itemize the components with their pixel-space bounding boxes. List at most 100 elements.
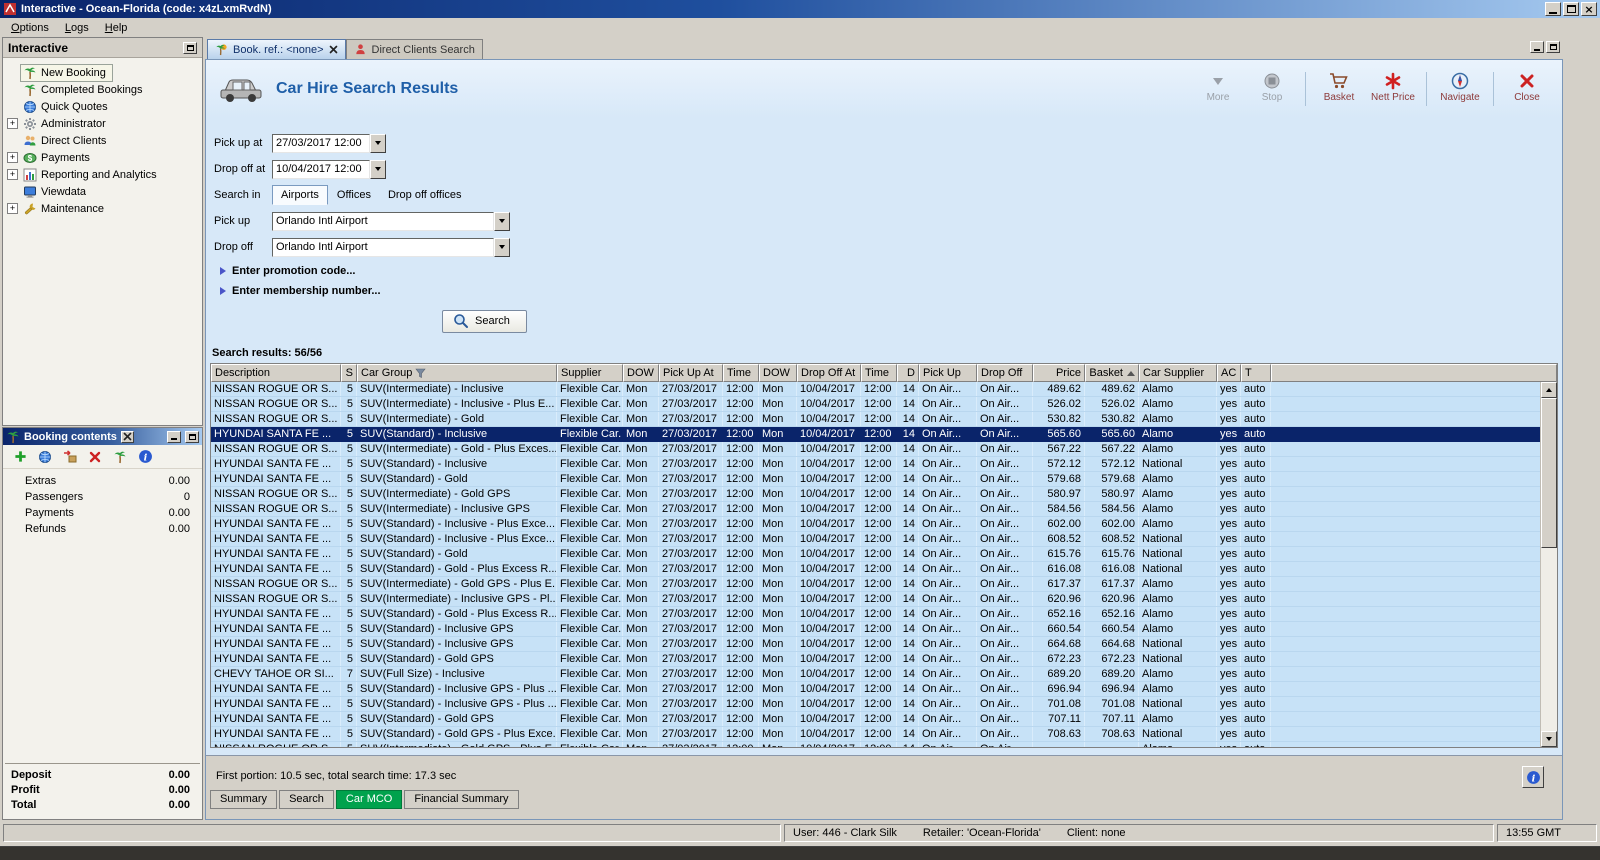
add-button[interactable] <box>11 448 29 466</box>
dropoff-at-dropdown-button[interactable] <box>370 159 386 179</box>
basket-button[interactable]: Basket <box>1316 72 1362 103</box>
column-header-drop-off[interactable]: Drop Off <box>977 364 1033 382</box>
result-row[interactable]: HYUNDAI SANTA FE ... 5 SUV(Standard) - Inc… <box>211 622 1540 637</box>
booking-panel-restore-button[interactable] <box>185 430 199 443</box>
column-header-supplier[interactable]: Supplier <box>557 364 623 382</box>
column-header-s[interactable]: S <box>341 364 357 382</box>
search-button[interactable]: Search <box>442 310 527 333</box>
column-header-price[interactable]: Price <box>1033 364 1085 382</box>
info-button[interactable]: i <box>136 448 154 466</box>
booking-item-refunds[interactable]: Refunds 0.00 <box>7 521 198 537</box>
result-row[interactable]: HYUNDAI SANTA FE ... 5 SUV(Standard) - Gol… <box>211 547 1540 562</box>
result-row[interactable]: HYUNDAI SANTA FE ... 5 SUV(Standard) - Inc… <box>211 532 1540 547</box>
tab-direct-clients-search[interactable]: Direct Clients Search <box>345 39 483 59</box>
column-header-pick-up[interactable]: Pick Up <box>919 364 977 382</box>
result-row[interactable]: HYUNDAI SANTA FE ... 5 SUV(Standard) - Inc… <box>211 427 1540 442</box>
result-row[interactable]: NISSAN ROGUE OR S...5SUV(Intermediate) -… <box>211 502 1540 517</box>
result-row[interactable]: HYUNDAI SANTA FE ... 5 SUV(Standard) - Gol… <box>211 562 1540 577</box>
booking-panel-minimize-button[interactable] <box>167 430 181 443</box>
result-row[interactable]: HYUNDAI SANTA FE ... 5 SUV(Standard) - Inc… <box>211 517 1540 532</box>
result-row[interactable]: NISSAN ROGUE OR S...5SUV(Intermediate) -… <box>211 487 1540 502</box>
result-row[interactable]: NISSAN ROGUE OR S...5SUV(Intermediate) -… <box>211 592 1540 607</box>
maximize-button[interactable] <box>1563 2 1579 16</box>
result-row[interactable]: NISSAN ROGUE OR S...5SUV(Intermediate) -… <box>211 397 1540 412</box>
dropoff-location-input[interactable] <box>272 237 494 257</box>
promotion-code-expander[interactable]: Enter promotion code... <box>220 262 1562 280</box>
result-row[interactable]: NISSAN ROGUE OR S...5SUV(Intermediate) -… <box>211 577 1540 592</box>
nett-price-button[interactable]: Nett Price <box>1370 72 1416 103</box>
pickup-location-dropdown-button[interactable] <box>494 211 510 231</box>
column-header-t[interactable]: T <box>1241 364 1271 382</box>
result-row[interactable]: NISSAN ROGUE OR S...5SUV(Intermediate) -… <box>211 742 1540 747</box>
sidebar-item-viewdata[interactable]: Viewdata <box>7 183 200 200</box>
sidebar-item-direct-clients[interactable]: Direct Clients <box>7 132 200 149</box>
column-header-description[interactable]: Description <box>211 364 341 382</box>
expand-plus-icon[interactable]: + <box>7 203 18 214</box>
scrollbar-thumb[interactable] <box>1541 398 1557 548</box>
pane-restore-button[interactable] <box>1546 41 1560 53</box>
column-header-drop-off-at[interactable]: Drop Off At <box>797 364 861 382</box>
result-row[interactable]: NISSAN ROGUE OR S...5SUV(Intermediate) -… <box>211 382 1540 397</box>
close-window-button[interactable]: × <box>1581 2 1597 16</box>
menu-options[interactable]: Options <box>3 20 57 36</box>
search-in-airports[interactable]: Airports <box>272 185 328 205</box>
column-header-d[interactable]: D <box>897 364 919 382</box>
expand-plus-icon[interactable]: + <box>7 118 18 129</box>
booking-item-extras[interactable]: Extras 0.00 <box>7 473 198 489</box>
minimize-button[interactable] <box>1545 2 1561 16</box>
column-header-dow[interactable]: DOW <box>623 364 659 382</box>
delete-button[interactable] <box>86 448 104 466</box>
search-in-drop-off-offices[interactable]: Drop off offices <box>380 186 470 204</box>
booking-contents-close-button[interactable] <box>120 430 134 443</box>
bottom-tab-car-mco[interactable]: Car MCO <box>335 790 403 809</box>
close-button[interactable]: Close <box>1504 72 1550 103</box>
bottom-tab-financial-summary[interactable]: Financial Summary <box>404 790 519 809</box>
result-row[interactable]: HYUNDAI SANTA FE ... 5 SUV(Standard) - Gol… <box>211 472 1540 487</box>
column-header-time[interactable]: Time <box>861 364 897 382</box>
pickup-location-input[interactable] <box>272 211 494 231</box>
collapse-sidebar-button[interactable] <box>183 41 197 54</box>
result-row[interactable]: HYUNDAI SANTA FE ... 5 SUV(Standard) - Gol… <box>211 652 1540 667</box>
scroll-up-button[interactable] <box>1541 382 1557 398</box>
sidebar-item-administrator[interactable]: + Administrator <box>7 115 200 132</box>
search-in-offices[interactable]: Offices <box>329 186 379 204</box>
scroll-down-button[interactable] <box>1541 731 1557 747</box>
booking-item-payments[interactable]: Payments 0.00 <box>7 505 198 521</box>
result-row[interactable]: HYUNDAI SANTA FE ... 5 SUV(Standard) - Gol… <box>211 712 1540 727</box>
membership-number-expander[interactable]: Enter membership number... <box>220 282 1562 300</box>
dropoff-location-dropdown-button[interactable] <box>494 237 510 257</box>
expand-plus-icon[interactable]: + <box>7 152 18 163</box>
sidebar-item-completed-bookings[interactable]: Completed Bookings <box>7 81 200 98</box>
dropoff-at-input[interactable] <box>272 159 370 179</box>
column-header-car-group[interactable]: Car Group <box>357 364 557 382</box>
sidebar-item-payments[interactable]: + $ Payments <box>7 149 200 166</box>
bottom-tab-search[interactable]: Search <box>279 790 334 809</box>
tab-book-ref-none[interactable]: Book. ref.: <none> <box>207 39 346 59</box>
pane-minimize-button[interactable] <box>1530 41 1544 53</box>
column-header-ac[interactable]: AC <box>1217 364 1241 382</box>
result-row[interactable]: CHEVY TAHOE OR SI... 7 SUV(Full Size) - In… <box>211 667 1540 682</box>
sidebar-item-maintenance[interactable]: + Maintenance <box>7 200 200 217</box>
result-row[interactable]: HYUNDAI SANTA FE ... 5 SUV(Standard) - Gol… <box>211 727 1540 742</box>
pickup-at-input[interactable] <box>272 133 370 153</box>
expand-plus-icon[interactable]: + <box>7 169 18 180</box>
bottom-tab-summary[interactable]: Summary <box>210 790 278 809</box>
sidebar-item-reporting-and-analytics[interactable]: + Reporting and Analytics <box>7 166 200 183</box>
transfer-button[interactable] <box>61 448 79 466</box>
result-row[interactable]: HYUNDAI SANTA FE ... 5 SUV(Standard) - Inc… <box>211 457 1540 472</box>
column-header-time[interactable]: Time <box>723 364 759 382</box>
result-row[interactable]: NISSAN ROGUE OR S...5SUV(Intermediate) -… <box>211 442 1540 457</box>
info-button[interactable]: i <box>1522 766 1544 788</box>
vertical-scrollbar[interactable] <box>1540 382 1557 747</box>
column-header-car-supplier[interactable]: Car Supplier <box>1139 364 1217 382</box>
tab-close-icon[interactable] <box>329 45 338 54</box>
navigate-button[interactable]: Navigate <box>1437 72 1483 103</box>
pickup-at-dropdown-button[interactable] <box>370 133 386 153</box>
menu-help[interactable]: Help <box>97 20 136 36</box>
sidebar-item-quick-quotes[interactable]: Quick Quotes <box>7 98 200 115</box>
result-row[interactable]: HYUNDAI SANTA FE ... 5 SUV(Standard) - Gol… <box>211 607 1540 622</box>
column-header-basket[interactable]: Basket <box>1085 364 1139 382</box>
result-row[interactable]: NISSAN ROGUE OR S...5SUV(Intermediate) -… <box>211 412 1540 427</box>
column-header-pick-up-at[interactable]: Pick Up At <box>659 364 723 382</box>
result-row[interactable]: HYUNDAI SANTA FE ... 5 SUV(Standard) - Inc… <box>211 637 1540 652</box>
